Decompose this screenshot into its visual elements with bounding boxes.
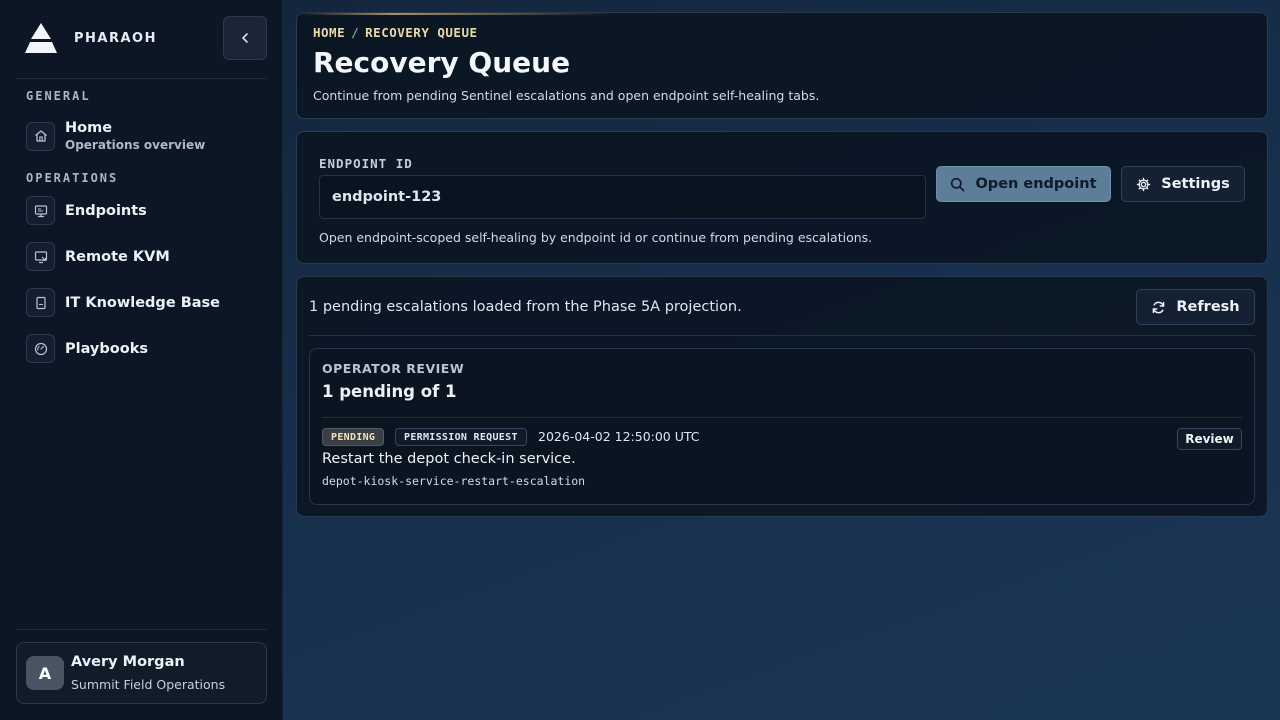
section-label-operations: OPERATIONS xyxy=(26,171,119,185)
search-icon xyxy=(950,177,965,192)
page-description: Continue from pending Sentinel escalatio… xyxy=(313,88,820,103)
sidebar-item-remote-kvm[interactable]: Remote KVM xyxy=(26,242,170,271)
breadcrumb-current: RECOVERY QUEUE xyxy=(365,25,478,40)
collapse-sidebar-button[interactable] xyxy=(223,16,267,60)
refresh-icon xyxy=(1151,300,1166,315)
pharaoh-logo-icon xyxy=(24,22,58,54)
queue-status-text: 1 pending escalations loaded from the Ph… xyxy=(309,299,742,315)
queue-panel: 1 pending escalations loaded from the Ph… xyxy=(296,276,1268,517)
sidebar-item-home[interactable]: Home Operations overview xyxy=(26,120,205,152)
breadcrumb-home[interactable]: HOME xyxy=(313,25,345,40)
queue-divider xyxy=(309,335,1255,336)
settings-button[interactable]: Settings xyxy=(1121,166,1245,202)
gear-icon xyxy=(1136,177,1151,192)
sidebar-item-label: Remote KVM xyxy=(65,248,170,265)
sidebar: PHARAOH GENERAL Home Operations overview… xyxy=(0,0,283,720)
endpoint-panel: ENDPOINT ID Open endpoint Settings Open … xyxy=(296,131,1268,264)
sidebar-item-label: Home xyxy=(65,120,113,136)
escalation-id: depot-kiosk-service-restart-escalation xyxy=(322,474,586,488)
user-card[interactable]: A Avery Morgan Summit Field Operations xyxy=(16,642,267,704)
review-eyebrow: OPERATOR REVIEW xyxy=(322,361,465,376)
knowledge-base-icon xyxy=(26,288,55,317)
endpoint-id-label: ENDPOINT ID xyxy=(319,156,413,171)
escalation-description: Restart the depot check-in service. xyxy=(322,451,576,467)
sidebar-divider xyxy=(16,629,267,630)
sidebar-item-knowledge-base[interactable]: IT Knowledge Base xyxy=(26,288,220,317)
review-count: 1 pending of 1 xyxy=(322,382,457,401)
endpoint-hint: Open endpoint-scoped self-healing by end… xyxy=(319,230,873,245)
brand-name: PHARAOH xyxy=(74,30,157,46)
breadcrumb-separator: / xyxy=(351,25,360,40)
user-org: Summit Field Operations xyxy=(71,677,226,692)
breadcrumb: HOME / RECOVERY QUEUE xyxy=(313,25,478,40)
remote-kvm-icon xyxy=(26,242,55,271)
sidebar-item-sublabel: Operations overview xyxy=(65,138,206,152)
status-badge: PENDING xyxy=(322,428,385,446)
review-divider xyxy=(322,417,1242,418)
review-button[interactable]: Review xyxy=(1177,428,1242,450)
open-endpoint-label: Open endpoint xyxy=(975,176,1097,192)
type-badge: PERMISSION REQUEST xyxy=(395,428,527,446)
avatar: A xyxy=(26,656,64,690)
settings-label: Settings xyxy=(1161,176,1230,192)
sidebar-item-label: Playbooks xyxy=(65,340,148,357)
user-name: Avery Morgan xyxy=(71,654,185,670)
header-accent-line xyxy=(297,13,617,15)
sidebar-item-label: Endpoints xyxy=(65,202,147,219)
endpoint-id-input[interactable] xyxy=(319,175,926,219)
sidebar-divider xyxy=(16,78,267,79)
brand[interactable]: PHARAOH xyxy=(24,22,157,54)
sidebar-item-playbooks[interactable]: Playbooks xyxy=(26,334,148,363)
open-endpoint-button[interactable]: Open endpoint xyxy=(936,166,1111,202)
playbooks-icon xyxy=(26,334,55,363)
chevron-left-icon xyxy=(242,33,248,43)
escalation-timestamp: 2026-04-02 12:50:00 UTC xyxy=(538,429,700,444)
page-title: Recovery Queue xyxy=(313,46,571,79)
refresh-button[interactable]: Refresh xyxy=(1136,289,1255,325)
home-icon xyxy=(26,121,55,151)
operator-review-card: OPERATOR REVIEW 1 pending of 1 PENDING P… xyxy=(309,348,1255,505)
refresh-label: Refresh xyxy=(1176,299,1240,315)
sidebar-item-endpoints[interactable]: Endpoints xyxy=(26,196,147,225)
endpoints-icon xyxy=(26,196,55,225)
section-label-general: GENERAL xyxy=(26,89,91,103)
page-header: HOME / RECOVERY QUEUE Recovery Queue Conti… xyxy=(296,12,1268,119)
sidebar-item-label: IT Knowledge Base xyxy=(65,294,220,311)
